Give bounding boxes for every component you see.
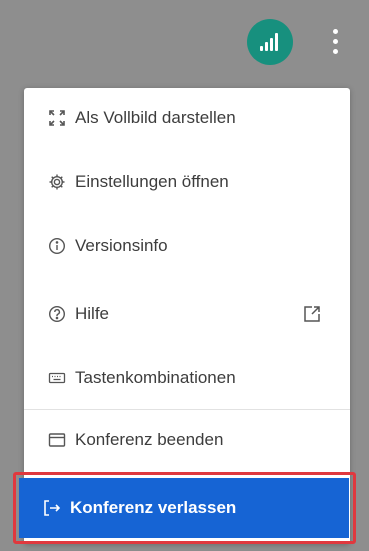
exit-icon: [43, 499, 61, 517]
more-vertical-icon[interactable]: [324, 25, 346, 59]
info-icon: [48, 237, 66, 255]
external-link-icon[interactable]: [303, 305, 321, 323]
menu-item-shortcuts[interactable]: Tastenkombinationen: [24, 348, 350, 408]
menu-item-label: Hilfe: [75, 304, 110, 323]
top-bar: [0, 0, 369, 84]
leave-conference-label: Konferenz verlassen: [70, 498, 237, 517]
menu-item-version-info[interactable]: Versionsinfo: [24, 216, 350, 276]
connection-quality-button[interactable]: [247, 19, 293, 65]
menu-item-settings[interactable]: Einstellungen öffnen: [24, 152, 350, 212]
help-icon: [48, 305, 66, 323]
menu-item-label: Versionsinfo: [75, 236, 168, 255]
menu-item-fullscreen[interactable]: Als Vollbild darstellen: [24, 88, 350, 148]
signal-strength-icon: [260, 33, 280, 51]
menu-item-end-conference[interactable]: Konferenz beenden: [24, 410, 350, 470]
menu-item-label: Als Vollbild darstellen: [75, 108, 236, 127]
menu-item-label: Tastenkombinationen: [75, 368, 236, 387]
menu-item-label: Konferenz beenden: [75, 430, 224, 449]
gear-icon: [48, 173, 66, 191]
keyboard-icon: [48, 369, 66, 387]
menu-item-help[interactable]: Hilfe: [24, 284, 350, 344]
leave-conference-button[interactable]: Konferenz verlassen: [19, 478, 349, 538]
menu-item-label: Einstellungen öffnen: [75, 172, 229, 191]
window-icon: [48, 431, 66, 449]
fullscreen-icon: [48, 109, 66, 127]
